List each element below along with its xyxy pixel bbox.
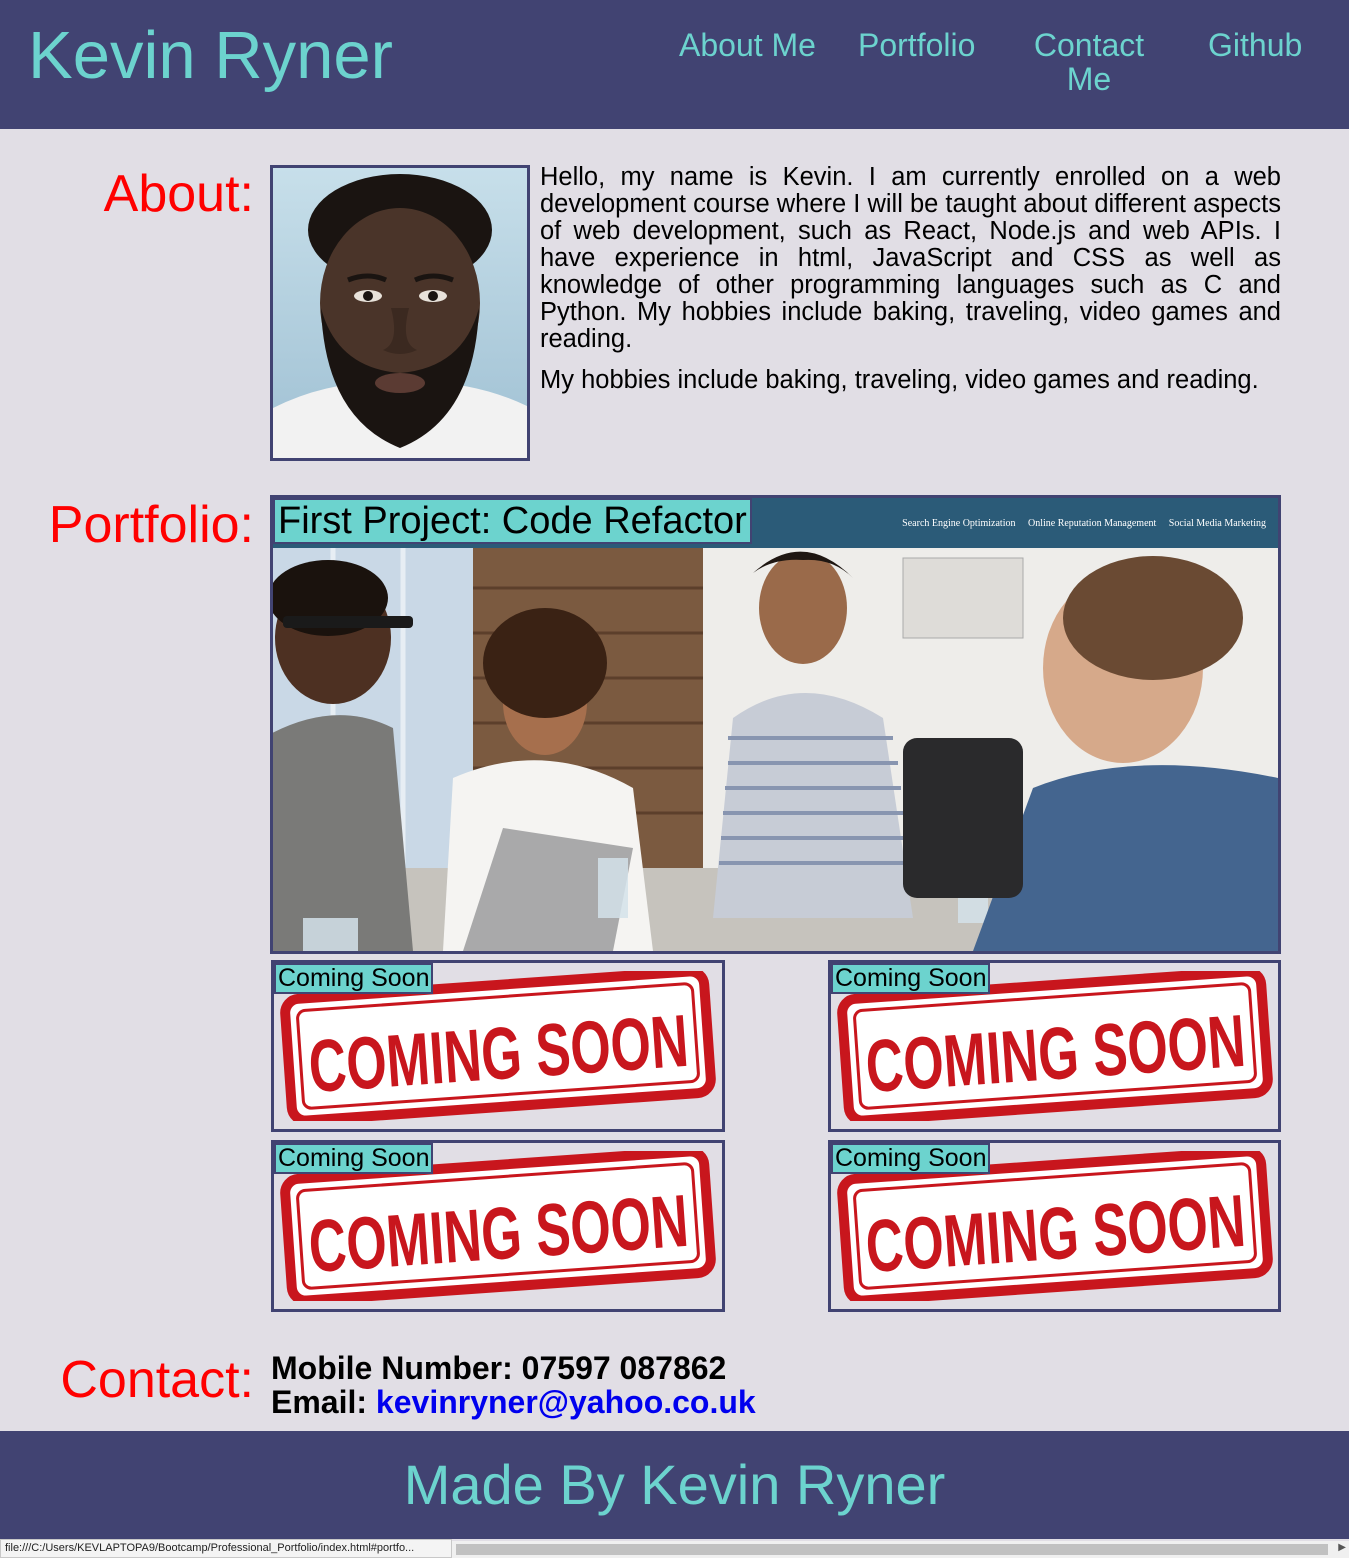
coming-soon-title[interactable]: Coming Soon	[831, 963, 991, 994]
profile-photo-illustration	[273, 168, 527, 458]
email-link[interactable]: kevinryner@yahoo.co.uk	[376, 1384, 756, 1420]
screenshot-nav-item: Social Media Marketing	[1168, 518, 1266, 529]
email-label: Email:	[271, 1384, 368, 1420]
mobile-number: 07597 087862	[521, 1350, 727, 1386]
contact-heading: Contact:	[60, 1351, 254, 1409]
featured-project-screenshot	[273, 498, 1278, 951]
scrollbar-thumb[interactable]	[456, 1544, 1328, 1555]
coming-soon-title[interactable]: Coming Soon	[831, 1143, 991, 1174]
nav-contact-line2: Me	[1066, 61, 1112, 97]
nav-contact-me[interactable]: Contact Me	[1030, 28, 1148, 96]
profile-photo	[270, 165, 530, 461]
coming-soon-card[interactable]: Coming Soon COMING SOON	[271, 1140, 725, 1312]
site-header: Kevin Ryner About Me Portfolio Contact M…	[0, 0, 1349, 129]
nav-contact-line1: Contact	[1033, 27, 1145, 63]
about-paragraph-1: Hello, my name is Kevin. I am currently …	[540, 163, 1281, 353]
about-paragraph-2: My hobbies include baking, traveling, vi…	[540, 366, 1259, 394]
email-line: Email: kevinryner@yahoo.co.uk	[271, 1385, 756, 1419]
contact-details: Mobile Number: 07597 087862 Email: kevin…	[271, 1351, 756, 1419]
about-heading: About:	[103, 165, 254, 223]
nav-portfolio[interactable]: Portfolio	[858, 28, 975, 62]
browser-status-url: file:///C:/Users/KEVLAPTOPA9/Bootcamp/Pr…	[0, 1539, 452, 1558]
site-footer: Made By Kevin Ryner	[0, 1431, 1349, 1539]
coming-soon-card[interactable]: Coming Soon COMING SOON	[828, 1140, 1281, 1312]
coming-soon-title[interactable]: Coming Soon	[274, 1143, 434, 1174]
nav-github[interactable]: Github	[1208, 28, 1302, 62]
mobile-label: Mobile Number:	[271, 1350, 513, 1386]
about-text: Hello, my name is Kevin. I am currently …	[540, 164, 1281, 394]
coming-soon-title[interactable]: Coming Soon	[274, 963, 434, 994]
portfolio-heading: Portfolio:	[48, 496, 254, 554]
coming-soon-card[interactable]: Coming Soon COMING SOON	[271, 960, 725, 1132]
main-nav: About Me Portfolio Contact Me Github	[0, 28, 1349, 108]
featured-project-card[interactable]: First Project: Code Refactor Search Engi…	[270, 495, 1281, 954]
screenshot-site-nav: Search Engine Optimization Online Reputa…	[902, 518, 1266, 529]
mobile-line: Mobile Number: 07597 087862	[271, 1351, 756, 1385]
coming-soon-card[interactable]: Coming Soon COMING SOON	[828, 960, 1281, 1132]
horizontal-scrollbar[interactable]: ▶	[452, 1541, 1349, 1558]
footer-text: Made By Kevin Ryner	[403, 1453, 946, 1516]
screenshot-nav-item: Online Reputation Management	[1027, 518, 1157, 529]
scroll-right-arrow-icon[interactable]: ▶	[1338, 1542, 1346, 1553]
nav-about-me[interactable]: About Me	[679, 28, 816, 62]
featured-project-title[interactable]: First Project: Code Refactor	[273, 498, 752, 544]
screenshot-nav-item: Search Engine Optimization	[902, 518, 1016, 529]
